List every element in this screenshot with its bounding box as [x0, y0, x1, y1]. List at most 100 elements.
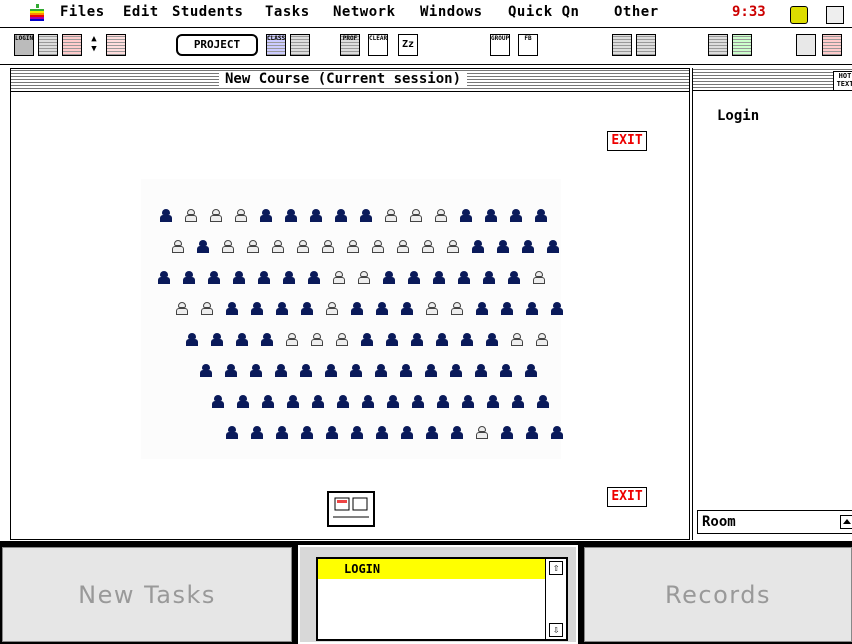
student-seat[interactable]	[209, 209, 223, 223]
records-button[interactable]: Records	[584, 547, 852, 642]
student-seat[interactable]	[211, 395, 225, 409]
student-seat[interactable]	[350, 302, 364, 316]
student-seat[interactable]	[336, 395, 350, 409]
student-seat[interactable]	[346, 240, 360, 254]
roster-icon[interactable]	[38, 34, 58, 56]
student-seat[interactable]	[185, 333, 199, 347]
student-seat[interactable]	[261, 395, 275, 409]
student-seat[interactable]	[257, 271, 271, 285]
application-menu-icon[interactable]	[826, 6, 844, 24]
student-seat[interactable]	[536, 395, 550, 409]
student-seat[interactable]	[371, 240, 385, 254]
menu-files[interactable]: Files	[60, 4, 105, 20]
help-icon[interactable]	[790, 6, 808, 24]
red-icon[interactable]	[822, 34, 842, 56]
stat-icon[interactable]	[290, 34, 310, 56]
student-seat[interactable]	[157, 271, 171, 285]
student-seat[interactable]	[496, 240, 510, 254]
student-seat[interactable]	[324, 364, 338, 378]
student-seat[interactable]	[250, 302, 264, 316]
student-seat[interactable]	[274, 364, 288, 378]
student-seat[interactable]	[259, 209, 273, 223]
student-seat[interactable]	[450, 426, 464, 440]
scroll-down-arrow-icon[interactable]: ⇩	[549, 623, 563, 637]
room-dropdown[interactable]: Room	[697, 510, 852, 534]
student-seat[interactable]	[325, 426, 339, 440]
student-seat[interactable]	[299, 364, 313, 378]
student-seat[interactable]	[410, 333, 424, 347]
student-seat[interactable]	[425, 302, 439, 316]
main-window-titlebar[interactable]: New Course (Current session)	[11, 69, 689, 92]
sleep-icon[interactable]: Zz	[398, 34, 418, 56]
login-icon[interactable]: LOGIN	[14, 34, 34, 56]
student-seat[interactable]	[425, 426, 439, 440]
student-seat[interactable]	[475, 426, 489, 440]
student-seat[interactable]	[232, 271, 246, 285]
projector-screen-icon[interactable]	[327, 491, 375, 527]
student-seat[interactable]	[534, 209, 548, 223]
student-seat[interactable]	[434, 209, 448, 223]
student-seat[interactable]	[286, 395, 300, 409]
student-seat[interactable]	[384, 209, 398, 223]
student-seat[interactable]	[225, 426, 239, 440]
student-seat[interactable]	[271, 240, 285, 254]
student-seat[interactable]	[500, 426, 514, 440]
student-seat[interactable]	[474, 364, 488, 378]
menu-windows[interactable]: Windows	[420, 4, 483, 20]
fb-icon[interactable]: FB	[518, 34, 538, 56]
student-seat[interactable]	[361, 395, 375, 409]
scroll-up-arrow-icon[interactable]: ⇧	[549, 561, 563, 575]
student-seat[interactable]	[334, 209, 348, 223]
student-seat[interactable]	[350, 426, 364, 440]
student-seat[interactable]	[546, 240, 560, 254]
student-seat[interactable]	[309, 209, 323, 223]
exit-button-top[interactable]: EXIT	[607, 131, 647, 151]
up-down-arrows-icon[interactable]: ▲ ▼	[88, 34, 100, 56]
student-seat[interactable]	[296, 240, 310, 254]
clear-icon[interactable]: CLEAR	[368, 34, 388, 56]
student-seat[interactable]	[550, 426, 564, 440]
student-seat[interactable]	[310, 333, 324, 347]
student-seat[interactable]	[446, 240, 460, 254]
student-seat[interactable]	[235, 333, 249, 347]
student-seat[interactable]	[486, 395, 500, 409]
seating-icon[interactable]	[106, 34, 126, 56]
student-seat[interactable]	[382, 271, 396, 285]
student-seat[interactable]	[171, 240, 185, 254]
menu-network[interactable]: Network	[333, 4, 396, 20]
menu-tasks[interactable]: Tasks	[265, 4, 310, 20]
menu-students[interactable]: Students	[172, 4, 243, 20]
student-seat[interactable]	[275, 426, 289, 440]
student-seat[interactable]	[285, 333, 299, 347]
list-item[interactable]: LOGIN	[318, 559, 548, 579]
student-seat[interactable]	[435, 333, 449, 347]
student-seat[interactable]	[407, 271, 421, 285]
student-seat[interactable]	[507, 271, 521, 285]
student-seat[interactable]	[509, 209, 523, 223]
student-seat[interactable]	[475, 302, 489, 316]
student-seat[interactable]	[386, 395, 400, 409]
student-seat[interactable]	[250, 426, 264, 440]
student-seat[interactable]	[311, 395, 325, 409]
student-seat[interactable]	[457, 271, 471, 285]
student-seat[interactable]	[357, 271, 371, 285]
student-seat[interactable]	[260, 333, 274, 347]
student-seat[interactable]	[449, 364, 463, 378]
student-seat[interactable]	[525, 302, 539, 316]
student-seat[interactable]	[300, 302, 314, 316]
student-seat[interactable]	[182, 271, 196, 285]
student-seat[interactable]	[234, 209, 248, 223]
student-seat[interactable]	[436, 395, 450, 409]
menu-edit[interactable]: Edit	[123, 4, 159, 20]
student-seat[interactable]	[524, 364, 538, 378]
student-seat[interactable]	[400, 426, 414, 440]
student-seat[interactable]	[450, 302, 464, 316]
student-seat[interactable]	[460, 333, 474, 347]
student-seat[interactable]	[300, 426, 314, 440]
student-seat[interactable]	[224, 364, 238, 378]
hot-text-button[interactable]: HOT TEXT	[833, 71, 852, 91]
student-seat[interactable]	[246, 240, 260, 254]
student-seat[interactable]	[409, 209, 423, 223]
scrollbar[interactable]: ⇧ ⇩	[545, 559, 566, 639]
right-panel-titlebar[interactable]: HOT TEXT	[693, 68, 852, 91]
